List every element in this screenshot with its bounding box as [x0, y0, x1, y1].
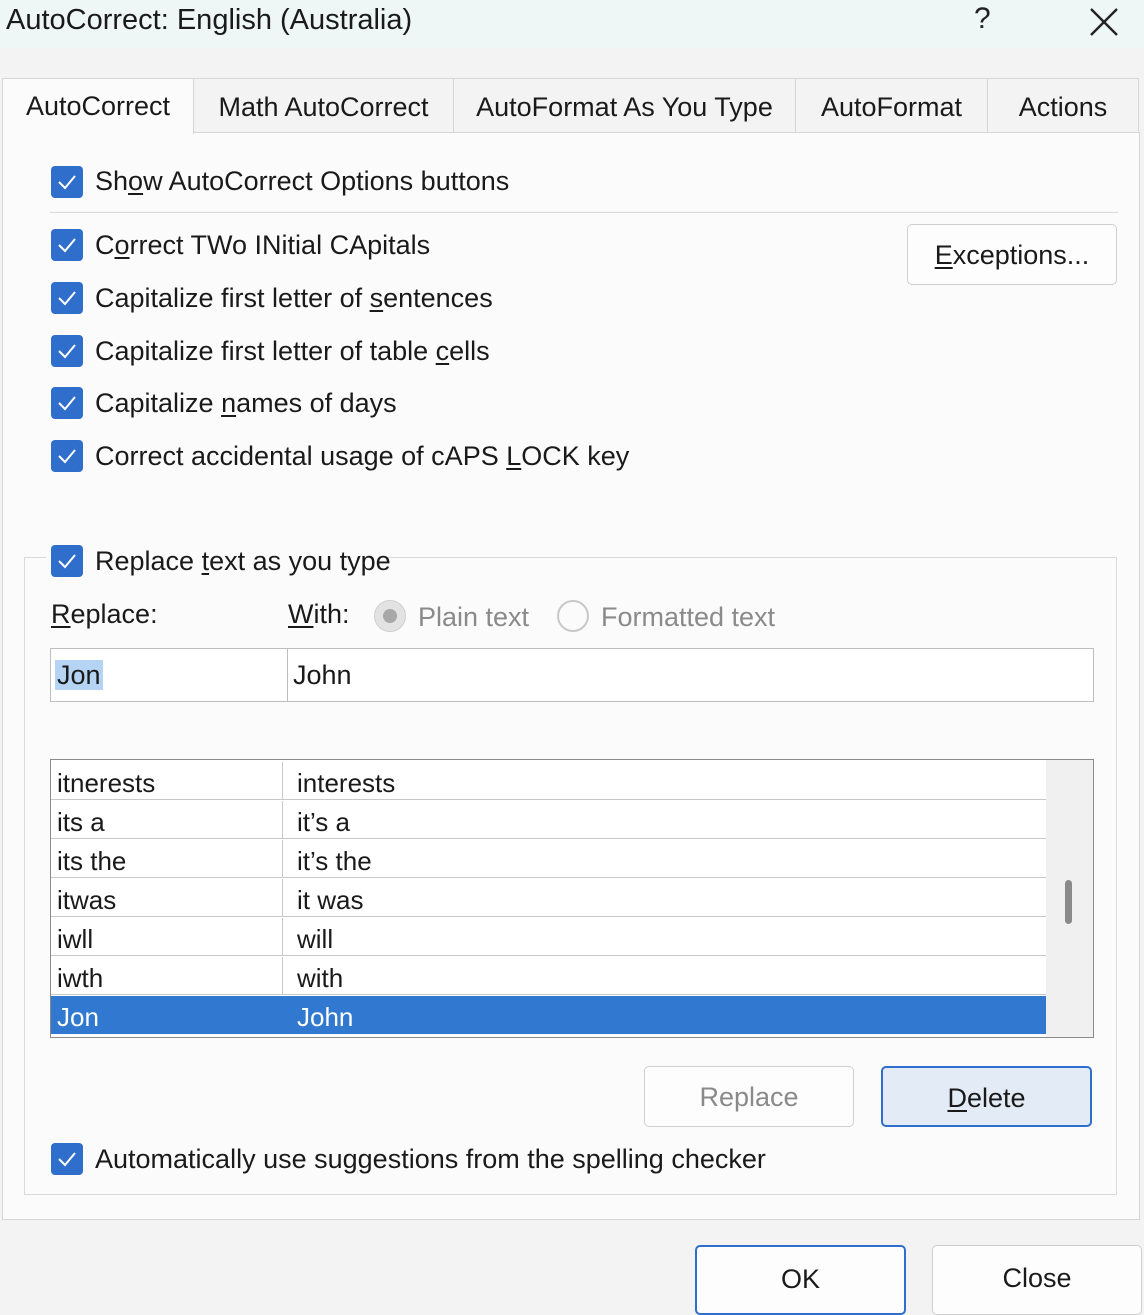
checkmark-icon: [58, 396, 76, 411]
checkmark-icon: [58, 449, 76, 464]
list-scrollbar[interactable]: [1046, 760, 1093, 1037]
radio-dot: [383, 609, 397, 623]
close-button[interactable]: Close: [932, 1245, 1142, 1315]
plain-text-radio[interactable]: [374, 600, 406, 632]
plain-text-label: Plain text: [418, 602, 530, 632]
with-label: With:: [288, 599, 350, 629]
list-row[interactable]: iwll will: [51, 918, 1046, 957]
caps-lock-checkbox[interactable]: [51, 440, 83, 472]
list-row-selected[interactable]: Jon John: [51, 996, 1046, 1035]
exceptions-button[interactable]: Exceptions...: [907, 224, 1117, 285]
entry-to: interests: [283, 762, 1046, 800]
entry-from: its the: [51, 840, 283, 878]
checkmark-icon: [58, 554, 76, 569]
with-input-value: John: [293, 660, 352, 690]
entry-to: will: [283, 918, 1046, 956]
show-options-label: Show AutoCorrect Options buttons: [95, 166, 510, 196]
close-window-button[interactable]: [1084, 2, 1124, 42]
replace-text-checkbox[interactable]: [51, 545, 83, 577]
checkmark-icon: [58, 344, 76, 359]
spelling-suggestions-checkbox[interactable]: [51, 1143, 83, 1175]
tab-actions[interactable]: Actions: [987, 78, 1139, 132]
capitalize-table-cells-checkbox[interactable]: [51, 335, 83, 367]
scrollbar-thumb[interactable]: [1065, 880, 1072, 924]
entry-from: its a: [51, 801, 283, 839]
entry-from: iwll: [51, 918, 283, 956]
entry-from: Jon: [51, 996, 283, 1034]
tab-strip: AutoCorrect Math AutoCorrect AutoFormat …: [0, 78, 1144, 134]
tab-autoformat[interactable]: AutoFormat: [795, 78, 988, 132]
entry-to: it was: [283, 879, 1046, 917]
entry-from: iwth: [51, 957, 283, 995]
window-title: AutoCorrect: English (Australia): [6, 4, 413, 36]
replace-input-value: Jon: [55, 660, 103, 690]
capitalize-sentences-label: Capitalize first letter of sentences: [95, 283, 493, 313]
checkmark-icon: [58, 175, 76, 190]
ok-button[interactable]: OK: [695, 1245, 906, 1315]
entry-to: John: [283, 996, 1046, 1034]
two-initial-capitals-checkbox[interactable]: [51, 229, 83, 261]
checkmark-icon: [58, 238, 76, 253]
autocorrect-entries-list[interactable]: itnerests interests its a it’s a its the…: [50, 759, 1094, 1038]
caps-lock-label: Correct accidental usage of cAPS LOCK ke…: [95, 441, 630, 471]
replace-label: Replace:: [51, 599, 158, 629]
tab-autocorrect[interactable]: AutoCorrect: [2, 78, 194, 134]
entry-to: with: [283, 957, 1046, 995]
separator: [50, 212, 1118, 213]
entry-from: itwas: [51, 879, 283, 917]
replace-button[interactable]: Replace: [644, 1066, 854, 1127]
show-options-checkbox[interactable]: [51, 166, 83, 198]
title-bar: AutoCorrect: English (Australia) ?: [0, 0, 1144, 48]
replace-input[interactable]: Jon: [50, 648, 288, 702]
replace-text-label: Replace text as you type: [95, 546, 391, 576]
formatted-text-label: Formatted text: [601, 602, 776, 632]
capitalize-days-label: Capitalize names of days: [95, 388, 397, 418]
list-row[interactable]: iwth with: [51, 957, 1046, 996]
list-row[interactable]: its the it’s the: [51, 840, 1046, 879]
spelling-suggestions-label: Automatically use suggestions from the s…: [95, 1144, 766, 1174]
list-row[interactable]: itwas it was: [51, 879, 1046, 918]
entry-to: it’s a: [283, 801, 1046, 839]
list-row[interactable]: its a it’s a: [51, 801, 1046, 840]
formatted-text-radio[interactable]: [557, 600, 589, 632]
two-initial-capitals-label: Correct TWo INitial CApitals: [95, 230, 431, 260]
tab-math-autocorrect[interactable]: Math AutoCorrect: [193, 78, 454, 132]
entry-to: it’s the: [283, 840, 1046, 878]
with-input[interactable]: John: [287, 648, 1094, 702]
checkmark-icon: [58, 1152, 76, 1167]
list-row[interactable]: itnerests interests: [51, 762, 1046, 801]
capitalize-table-cells-label: Capitalize first letter of table cells: [95, 336, 490, 366]
close-icon: [1090, 8, 1118, 36]
delete-button[interactable]: Delete: [881, 1066, 1092, 1127]
tab-autoformat-as-you-type[interactable]: AutoFormat As You Type: [453, 78, 796, 132]
checkmark-icon: [58, 291, 76, 306]
help-button[interactable]: ?: [974, 2, 991, 36]
capitalize-sentences-checkbox[interactable]: [51, 282, 83, 314]
entry-from: itnerests: [51, 762, 283, 800]
capitalize-days-checkbox[interactable]: [51, 387, 83, 419]
